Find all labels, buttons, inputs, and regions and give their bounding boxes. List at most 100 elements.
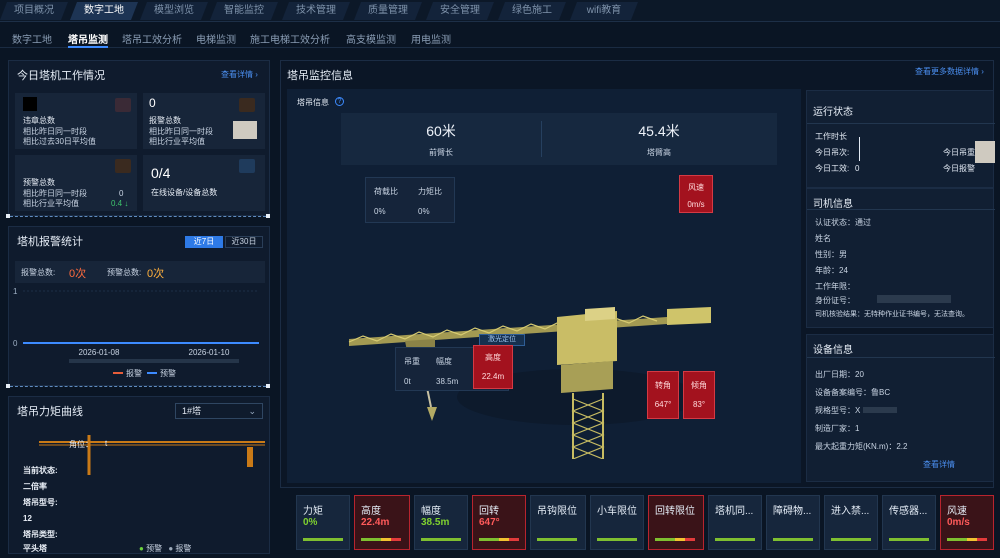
tilt-angle-label: 倾角 [691, 381, 707, 390]
alarm-line-chart: 1 0 2026-01-08 2026-01-10 报警 预警 [13, 287, 259, 378]
sensor-wind-speed[interactable]: 风速 0m/s [940, 495, 994, 550]
panel-corner [266, 214, 270, 218]
sensor-level-bar [537, 538, 577, 541]
sensor-crane-collision[interactable]: 塔机同... [708, 495, 762, 550]
chart-scrollbar [69, 359, 239, 363]
equipment-detail-link[interactable]: 查看详情 [923, 459, 955, 470]
last-7-days-button[interactable]: 近7日 [185, 236, 223, 248]
today-alarm-label: 今日报警 [943, 164, 975, 173]
driver-info-title: 司机信息 [813, 199, 853, 210]
tab-digital-site[interactable]: 数字工地 [70, 2, 138, 20]
y-tick-label: 0 [13, 339, 18, 348]
sensor-device[interactable]: 传感器... [882, 495, 936, 550]
help-icon[interactable]: ? [335, 97, 344, 106]
warning-total-label: 预警总数 [23, 178, 55, 187]
sensor-level-bar [361, 538, 401, 541]
driver-gender: 性别：男 [815, 250, 847, 259]
sensor-torque[interactable]: 力矩 0% [296, 495, 350, 550]
sensor-level-bar [715, 538, 755, 541]
alarm-compare-2: 相比行业平均值 [149, 137, 205, 146]
sensor-value: 22.4m [361, 517, 390, 528]
warning-card: 预警总数 相比昨日同一时段 相比行业平均值 0 0.4 ↓ [15, 155, 137, 211]
sensor-name: 障碍物... [773, 506, 812, 517]
sensor-obstacle[interactable]: 障碍物... [766, 495, 820, 550]
sensor-name: 回转限位 [655, 506, 695, 517]
violation-compare-2: 相比过去30日平均值 [23, 137, 96, 146]
load-ratio-label: 荷载比 [374, 187, 398, 196]
violation-card: 违章总数 相比昨日同一时段 相比过去30日平均值 [15, 93, 137, 149]
subtab-high-formwork[interactable]: 高支模监测 [346, 31, 396, 46]
arm-height-value: 45.4米 [638, 123, 680, 139]
driver-info-panel: 司机信息 认证状态：通过 姓名 性别：男 年龄：24 工作年限： 身份证号： 司… [806, 188, 995, 328]
hook-height-box: 高度 22.4m [473, 345, 513, 389]
subtab-crane-efficiency[interactable]: 塔吊工效分析 [122, 31, 182, 46]
divider [807, 357, 995, 358]
device-icon [239, 159, 255, 173]
sensor-range[interactable]: 幅度 38.5m [414, 495, 468, 550]
hook-height-label: 高度 [485, 353, 501, 362]
sensor-rotation[interactable]: 回转 647° [472, 495, 526, 550]
work-view-detail-link[interactable]: 查看详情 › [221, 69, 258, 80]
tab-smart-monitor[interactable]: 智能监控 [210, 2, 278, 20]
subtab-digital-site[interactable]: 数字工地 [12, 31, 52, 46]
violation-label: 违章总数 [23, 116, 55, 125]
sensor-forbidden-zone[interactable]: 进入禁... [824, 495, 878, 550]
online-device-card: 0/4 在线设备/设备总数 [143, 155, 265, 211]
warning-compare-2-value: 0.4 ↓ [111, 199, 129, 208]
tab-project-overview[interactable]: 项目概况 [0, 2, 68, 20]
equipment-info-title: 设备信息 [813, 345, 853, 356]
crane-monitor-title: 塔吊监控信息 [287, 70, 353, 82]
crane-type-value: 平头塔 [23, 544, 47, 553]
arm-height-label: 塔臂高 [647, 148, 671, 157]
chevron-down-icon: ⌄ [248, 406, 256, 416]
legend-alarm-label: 报警 [126, 368, 142, 378]
tab-green-construction[interactable]: 绿色施工 [498, 2, 566, 20]
subtab-elevator-efficiency[interactable]: 施工电梯工效分析 [250, 31, 330, 46]
arm-length-value: 60米 [426, 123, 456, 139]
sensor-name: 幅度 [421, 506, 441, 517]
alarm-summary-bar: 报警总数: 0次 预警总数: 0次 [15, 261, 265, 283]
sensor-level-bar [421, 538, 461, 541]
today-lift-label: 今日吊次: [815, 148, 850, 157]
sensor-hook-limit[interactable]: 吊钩限位 [530, 495, 586, 550]
alert-bell-icon [115, 159, 131, 173]
sensor-rotation-limit[interactable]: 回转限位 [648, 495, 704, 550]
subtab-elevator-monitor[interactable]: 电梯监测 [196, 31, 236, 46]
alarm-bell-icon [239, 98, 255, 112]
rotation-angle-box: 转角 647° [647, 371, 679, 419]
id-mask [877, 295, 951, 303]
sensor-height[interactable]: 高度 22.4m [354, 495, 410, 550]
sensor-name: 进入禁... [831, 506, 870, 517]
last-30-days-button[interactable]: 近30日 [225, 236, 263, 248]
more-data-link[interactable]: 查看更多数据详情 › [915, 66, 984, 77]
violation-value-mask [23, 97, 37, 111]
tilt-angle-box: 倾角 83° [683, 371, 715, 419]
work-status-panel: 今日塔机工作情况 查看详情 › 违章总数 相比昨日同一时段 相比过去30日平均值… [8, 60, 270, 216]
crane-info-label: 塔吊信息 [297, 98, 329, 107]
alarm-stats-panel: 塔机报警统计 近7日 近30日 报警总数: 0次 预警总数: 0次 1 0 2026… [8, 226, 270, 386]
tab-safety-management[interactable]: 安全管理 [426, 2, 494, 20]
sensor-name: 风速 [947, 506, 967, 517]
subtab-power-monitor[interactable]: 用电监测 [411, 31, 451, 46]
crane-3d-model [348, 307, 711, 459]
tab-model-browse[interactable]: 模型浏览 [140, 2, 208, 20]
panel-corner [266, 384, 270, 388]
rotation-angle-value: 647° [654, 400, 672, 409]
crane-select[interactable]: 1#塔 ⌄ [175, 403, 263, 419]
tab-tech-management[interactable]: 技术管理 [282, 2, 350, 20]
crane-type-label: 塔吊类型: [23, 530, 58, 539]
tab-wifi-education[interactable]: wifi教育 [570, 2, 638, 20]
rotation-angle-label: 转角 [655, 381, 671, 390]
sensor-trolley-limit[interactable]: 小车限位 [590, 495, 644, 550]
today-work-value: 0 [855, 164, 860, 173]
tab-quality-management[interactable]: 质量管理 [354, 2, 422, 20]
subtab-tower-crane-monitor[interactable]: 塔吊监测 [68, 31, 108, 48]
sensor-level-bar [479, 538, 519, 541]
sensor-name: 传感器... [889, 506, 928, 517]
crane-model-value: 12 [23, 514, 32, 523]
today-work-label: 今日工效: [815, 164, 850, 173]
alarm-card: 0 报警总数 相比昨日同一时段 相比行业平均值 [143, 93, 265, 149]
legend-warning-label: 预警 [146, 544, 163, 553]
work-status-title: 今日塔机工作情况 [17, 70, 105, 82]
record-number: 设备备案编号：鲁BC [815, 388, 891, 397]
